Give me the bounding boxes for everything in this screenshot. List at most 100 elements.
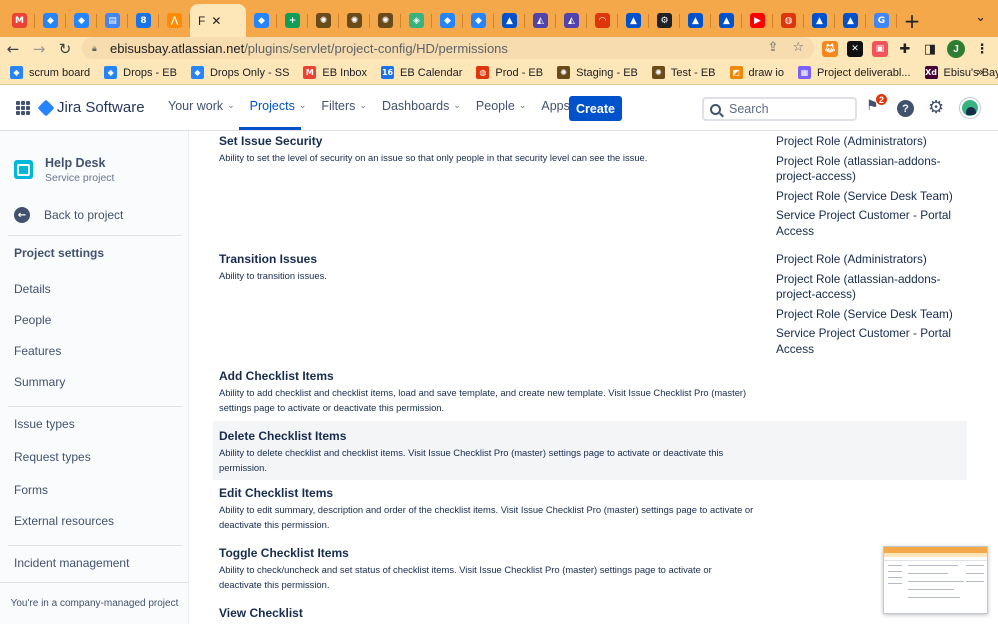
user-avatar[interactable] [960, 98, 980, 118]
browser-tab[interactable]: ◍ [773, 4, 804, 37]
browser-tab[interactable]: ◆ [66, 4, 97, 37]
nav-menu-your-work[interactable]: Your work ⌄ [168, 99, 235, 113]
atlassian-icon: ▲ [719, 13, 734, 28]
create-button[interactable]: Create [569, 96, 622, 121]
browser-tab[interactable]: + [277, 4, 308, 37]
kebab-menu-icon[interactable]: ⋮ [974, 41, 990, 57]
browser-tab-active[interactable]: F ✕ [190, 4, 246, 37]
gmail-icon: M [303, 66, 317, 79]
company-managed-note[interactable]: You're in a company-managed project [0, 582, 189, 624]
browser-tab[interactable]: ▤ [97, 4, 128, 37]
globe-icon: ◍ [781, 13, 796, 28]
permission-description: Ability to check/uncheck and set status … [219, 564, 712, 590]
profile-avatar[interactable]: J [947, 40, 965, 58]
bookmark-item[interactable]: ✺ Test - EB [651, 66, 716, 79]
app-switcher-icon[interactable] [16, 101, 30, 115]
screenshot-thumbnail[interactable] [883, 546, 988, 614]
browser-tab[interactable]: ▲ [494, 4, 525, 37]
permission-title: Delete Checklist Items [219, 429, 347, 443]
permission-grants: Project Role (Administrators) Project Rol… [776, 252, 966, 361]
globe-icon: ◍ [476, 66, 490, 79]
bookmarks-overflow-icon[interactable]: » [977, 65, 984, 79]
browser-tab[interactable]: ✺ [370, 4, 401, 37]
browser-tab[interactable]: ◈ [401, 4, 432, 37]
browser-tab[interactable]: ▲ [804, 4, 835, 37]
sidebar-item-people[interactable]: People [14, 313, 51, 327]
bookmark-item[interactable]: Xd Ebisu's Bay Offers... [924, 66, 998, 79]
sidebar-item-summary[interactable]: Summary [14, 375, 65, 389]
help-icon[interactable]: ? [897, 100, 914, 117]
browser-tab[interactable]: ▲ [711, 4, 742, 37]
forward-arrow-icon[interactable]: → [26, 40, 52, 58]
permission-description: Ability to delete checklist and checklis… [219, 447, 724, 473]
new-tab-plus-icon[interactable]: + [897, 4, 927, 37]
sidebar-item-request-types[interactable]: Request types [14, 450, 91, 464]
browser-tab[interactable]: ▲ [680, 4, 711, 37]
gear-icon: ⚙ [657, 13, 672, 28]
sidebar-item-forms[interactable]: Forms [14, 483, 48, 497]
browser-tab[interactable]: ◆ [463, 4, 494, 37]
bookmark-item[interactable]: ◆ scrum board [10, 66, 90, 79]
address-url: ebisusbay.atlassian.net/plugins/servlet/… [110, 40, 508, 56]
jira-logo[interactable]: Jira Software [37, 99, 145, 116]
browser-tab[interactable]: ◠ [587, 4, 618, 37]
metamask-icon[interactable]: 🦊︎ [822, 41, 838, 57]
sidebar-item-incident-management[interactable]: Incident management [14, 556, 129, 570]
sidebar-item-external-resources[interactable]: External resources [14, 514, 114, 528]
browser-tab[interactable]: ⋀ [159, 4, 190, 37]
browser-tab[interactable]: ◆ [246, 4, 277, 37]
browser-tab[interactable]: ▲ [835, 4, 866, 37]
extension-x-icon[interactable]: ✕ [847, 41, 863, 57]
puzzle-icon[interactable]: ✚ [897, 41, 913, 57]
atlassian-icon: ▲ [843, 13, 858, 28]
bookmark-item[interactable]: ◩ draw io [729, 66, 784, 79]
browser-tab[interactable]: ▶ [742, 4, 773, 37]
bookmark-item[interactable]: 16 EB Calendar [381, 66, 462, 79]
nav-menu-dashboards[interactable]: Dashboards ⌄ [382, 99, 461, 113]
browser-tab[interactable]: ◆ [35, 4, 66, 37]
nav-menu-filters[interactable]: Filters ⌄ [321, 99, 367, 113]
browser-tab[interactable]: ⚙ [649, 4, 680, 37]
bookmark-label: EB Calendar [400, 66, 463, 79]
browser-tab[interactable]: G [866, 4, 897, 37]
bookmark-item[interactable]: M EB Inbox [303, 66, 367, 79]
jira-icon: ◆ [440, 13, 455, 28]
pipeline-icon: ⋀ [167, 13, 182, 28]
bookmark-item[interactable]: ✺ Staging - EB [557, 66, 638, 79]
extension-red-icon[interactable]: ▣ [872, 41, 888, 57]
atlassian-icon: ▲ [502, 13, 517, 28]
sidepanel-icon[interactable]: ◨ [922, 41, 938, 57]
sidebar-item-features[interactable]: Features [14, 344, 61, 358]
browser-tab[interactable]: ✺ [308, 4, 339, 37]
browser-tab[interactable]: ▲ [618, 4, 649, 37]
reload-icon[interactable]: ↻ [52, 40, 78, 58]
sidebar-item-details[interactable]: Details [14, 282, 51, 296]
bookmark-item[interactable]: ◆ Drops - EB [104, 66, 177, 79]
settings-gear-icon[interactable]: ⚙ [928, 97, 944, 118]
nav-menu-people[interactable]: People ⌄ [476, 99, 526, 113]
grant-entry: Project Role (atlassian-addons-project-a… [776, 153, 941, 184]
address-bar[interactable]: 🔒︎ ebisusbay.atlassian.net/plugins/servl… [82, 37, 814, 59]
close-tab-icon[interactable]: ✕ [211, 14, 221, 28]
permissions-content: Set Issue Security Ability to set the lev… [189, 131, 998, 624]
project-name[interactable]: Help Desk [45, 156, 105, 170]
bookmark-item[interactable]: ▦ Project deliverabl... [797, 66, 911, 79]
notifications-button[interactable]: ⚑ 2 [866, 93, 888, 116]
bookmark-star-icon[interactable]: ☆ [792, 40, 804, 55]
sidebar-item-issue-types[interactable]: Issue types [14, 417, 75, 431]
bookmark-item[interactable]: ◍ Prod - EB [476, 66, 543, 79]
browser-tab[interactable]: ◆ [432, 4, 463, 37]
browser-tab[interactable]: ✺ [339, 4, 370, 37]
tab-search-chevron-icon[interactable]: ⌄ [975, 10, 986, 25]
back-to-project-link[interactable]: ← Back to project [14, 207, 123, 223]
search-input[interactable]: Search [702, 97, 857, 121]
browser-tab[interactable]: 8 [128, 4, 159, 37]
back-arrow-icon[interactable]: ← [0, 40, 26, 58]
share-icon[interactable]: ⇪ [767, 40, 778, 55]
browser-tab[interactable]: ◭ [556, 4, 587, 37]
bookmark-label: draw io [748, 66, 784, 79]
browser-tab[interactable]: M [4, 4, 35, 37]
nav-menu-projects[interactable]: Projects ⌄ [250, 99, 307, 113]
browser-tab[interactable]: ◭ [525, 4, 556, 37]
bookmark-item[interactable]: ◆ Drops Only - SS [190, 66, 289, 79]
